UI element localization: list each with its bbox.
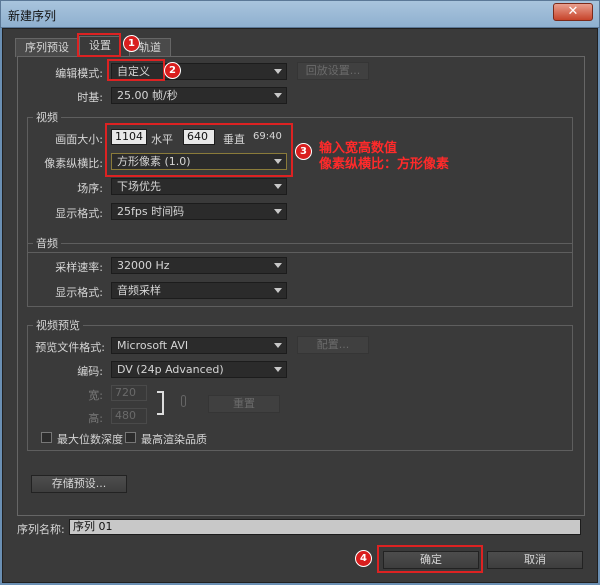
video-display-format-label: 显示格式:: [55, 207, 103, 220]
timebase-label: 时基:: [77, 91, 103, 104]
pixel-aspect-label: 像素纵横比:: [44, 157, 103, 170]
video-preview-group-title: 视频预览: [33, 317, 83, 333]
annotation-box-frame-settings: [105, 123, 293, 177]
sequence-name-label: 序列名称:: [17, 523, 65, 536]
reset-button[interactable]: 重置: [208, 395, 280, 413]
chain-link-icon[interactable]: [181, 395, 186, 407]
chevron-down-icon: [274, 288, 282, 293]
field-order-label: 场序:: [77, 182, 103, 195]
cancel-button[interactable]: 取消: [487, 551, 583, 569]
tab-sequence-presets[interactable]: 序列预设: [15, 38, 79, 57]
title-bar: 新建序列 ✕: [0, 0, 600, 28]
max-render-quality-label: 最高渲染品质: [141, 433, 207, 446]
annotation-box-settings-tab: [77, 33, 121, 57]
preview-file-format-select[interactable]: Microsoft AVI: [111, 337, 287, 354]
preview-file-format-label: 预览文件格式:: [35, 341, 105, 354]
video-group-title: 视频: [33, 109, 61, 125]
configure-button[interactable]: 配置...: [297, 336, 369, 354]
link-bracket-icon: [157, 391, 164, 415]
audio-display-format-value: 音频采样: [117, 284, 161, 297]
max-bit-depth-checkbox[interactable]: [41, 432, 52, 443]
preview-height-label: 高:: [88, 412, 103, 425]
chevron-down-icon: [274, 263, 282, 268]
playback-settings-button[interactable]: 回放设置...: [297, 62, 369, 80]
edit-mode-label: 编辑模式:: [55, 67, 103, 80]
close-button[interactable]: ✕: [553, 3, 593, 21]
chevron-down-icon: [274, 69, 282, 74]
video-display-format-value: 25fps 时间码: [117, 205, 185, 218]
annotation-badge-3: 3: [295, 143, 312, 160]
save-preset-button[interactable]: 存储预设...: [31, 475, 127, 493]
audio-display-format-select[interactable]: 音频采样: [111, 282, 287, 299]
timebase-value: 25.00 帧/秒: [117, 89, 178, 102]
preview-width-input[interactable]: 720: [111, 385, 147, 401]
preview-width-label: 宽:: [88, 389, 103, 402]
annotation-box-ok: [377, 545, 483, 573]
chevron-down-icon: [274, 209, 282, 214]
chevron-down-icon: [274, 184, 282, 189]
sample-rate-label: 采样速率:: [55, 261, 103, 274]
chevron-down-icon: [274, 93, 282, 98]
audio-group-title: 音频: [33, 235, 61, 251]
annotation-badge-4: 4: [355, 550, 372, 567]
annotation-note-line2: 像素纵横比：方形像素: [319, 157, 450, 172]
codec-select[interactable]: DV (24p Advanced): [111, 361, 287, 378]
preview-height-input[interactable]: 480: [111, 408, 147, 424]
preview-file-format-value: Microsoft AVI: [117, 339, 189, 352]
chevron-down-icon: [274, 367, 282, 372]
sequence-name-input[interactable]: 序列 01: [69, 519, 581, 535]
dialog-body: 序列预设 设置 轨道 编辑模式: 自定义 回放设置... 时基: 25.00 帧…: [2, 28, 598, 583]
audio-display-format-label: 显示格式:: [55, 286, 103, 299]
annotation-box-edit-mode: [107, 59, 165, 81]
chevron-down-icon: [274, 343, 282, 348]
field-order-select[interactable]: 下场优先: [111, 178, 287, 195]
field-order-value: 下场优先: [117, 180, 161, 193]
timebase-select[interactable]: 25.00 帧/秒: [111, 87, 287, 104]
sample-rate-value: 32000 Hz: [117, 259, 170, 272]
max-render-quality-checkbox[interactable]: [125, 432, 136, 443]
codec-label: 编码:: [77, 365, 103, 378]
annotation-badge-1: 1: [123, 35, 140, 52]
codec-value: DV (24p Advanced): [117, 363, 224, 376]
window-title: 新建序列: [8, 9, 57, 23]
sample-rate-select[interactable]: 32000 Hz: [111, 257, 287, 274]
annotation-badge-2: 2: [164, 62, 181, 79]
video-display-format-select[interactable]: 25fps 时间码: [111, 203, 287, 220]
audio-group: 音频: [27, 235, 573, 307]
frame-size-label: 画面大小:: [55, 133, 103, 146]
